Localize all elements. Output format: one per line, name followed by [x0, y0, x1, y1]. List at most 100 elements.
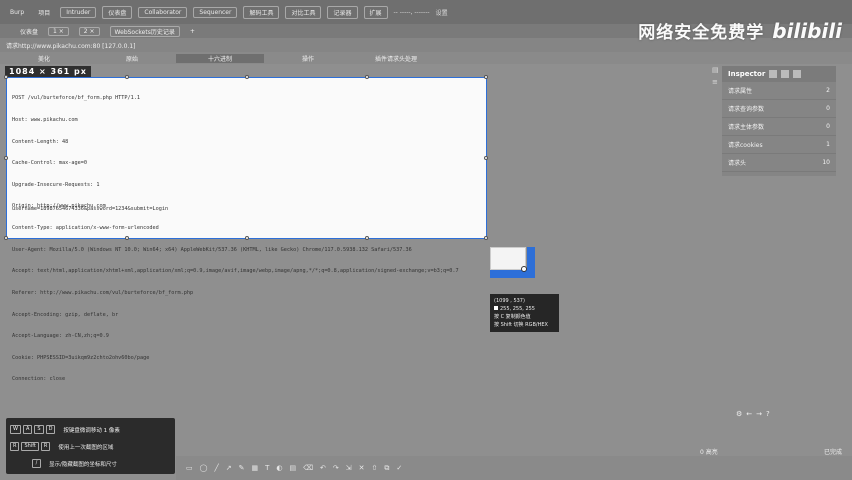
menu-intruder[interactable]: Intruder — [60, 6, 97, 18]
tab-actions[interactable]: 操作 — [264, 54, 352, 63]
copy-icon[interactable]: ⧉ — [384, 464, 389, 473]
inspector-row-cookies[interactable]: 请求cookies 1 — [722, 136, 836, 154]
resize-handle-sw[interactable] — [4, 236, 8, 240]
tab-hex[interactable]: 十六进制 — [176, 53, 264, 63]
copy-color-hint: 按 C 复制颜色值 — [494, 314, 531, 320]
long-screenshot-icon[interactable]: ⇲ — [346, 464, 352, 472]
screenshot-toolbar: ▭ ◯ ╱ ↗ ✎ ▦ T ◐ ▤ ⌫ ↶ ↷ ⇲ ✕ ⇧ ⧉ ✓ — [176, 456, 852, 480]
menu-dashboard[interactable]: 仪表盘 — [102, 5, 133, 19]
resize-handle-s1[interactable] — [125, 236, 129, 240]
text-tool-icon[interactable]: T — [265, 464, 269, 472]
key-r2: R — [40, 442, 51, 451]
request-line: User-Agent: Mozilla/5.0 (Windows NT 10.0… — [12, 246, 412, 253]
menu-decoder[interactable]: 解码工具 — [243, 5, 280, 19]
close-icon[interactable]: ✕ — [359, 464, 365, 472]
menu-burp[interactable]: Burp — [6, 8, 28, 17]
subtab-dashboard[interactable]: 仪表盘 — [20, 27, 38, 36]
resize-handle-n1[interactable] — [125, 75, 129, 79]
tab-pretty[interactable]: 美化 — [0, 54, 88, 63]
watermark: 网络安全免费学 bilibili — [638, 18, 842, 44]
request-line: Cache-Control: max-age=0 — [12, 160, 87, 167]
hint-description: 使用上一次截图的区域 — [58, 444, 114, 451]
collapse-icon[interactable]: ≡ — [712, 78, 720, 86]
tab-header-plugin[interactable]: 插件请求头处理 — [352, 54, 440, 63]
settings-icon[interactable]: ⚙ — [736, 410, 742, 418]
inspector-row-label: 请求属性 — [728, 88, 753, 95]
inspector-close-icon[interactable] — [793, 70, 802, 78]
inspector-row-count: 2 — [826, 87, 830, 94]
inspector-row-count: 10 — [822, 159, 830, 166]
hint-description: 按键盘微调移动 1 像素 — [63, 427, 120, 434]
rectangle-tool-icon[interactable]: ▭ — [186, 464, 193, 472]
request-line: Referer: http://www.pikachu.com/vul/burt… — [12, 289, 194, 296]
request-line: Accept: text/html,application/xhtml+xml,… — [12, 268, 459, 275]
inspector-panel: Inspector 请求属性 2 请求查询参数 0 请求主体参数 0 请求coo… — [722, 66, 836, 176]
tab-raw[interactable]: 原始 — [88, 54, 176, 63]
inspector-row-count: 1 — [826, 141, 830, 148]
inspector-row-body-params[interactable]: 请求主体参数 0 — [722, 118, 836, 136]
undo-icon[interactable]: ↶ — [320, 464, 326, 472]
menu-settings[interactable]: 设置 — [436, 8, 448, 17]
ellipse-tool-icon[interactable]: ◯ — [200, 464, 208, 472]
inspector-row-attributes[interactable]: 请求属性 2 — [722, 82, 836, 100]
pen-tool-icon[interactable]: ✎ — [239, 464, 245, 472]
eraser-tool-icon[interactable]: ⌫ — [303, 464, 313, 472]
resize-handle-w[interactable] — [4, 156, 8, 160]
request-line: POST /vul/burteforce/bf_form.php HTTP/1.… — [12, 95, 141, 102]
menu-extensions[interactable]: 扩展 — [363, 5, 388, 19]
inspector-row-query-params[interactable]: 请求查询参数 0 — [722, 100, 836, 118]
hint-description: 显示/隐藏截图的坐标和尺寸 — [49, 461, 117, 468]
inspector-row-label: 请求头 — [728, 160, 747, 167]
inspector-layout-icon[interactable] — [769, 70, 778, 78]
request-line: Cookie: PHPSESSID=3uikqm9z2chto2ohv60bo/… — [12, 354, 150, 361]
arrow-tool-icon[interactable]: ↗ — [226, 464, 232, 472]
line-tool-icon[interactable]: ╱ — [214, 464, 218, 472]
redo-icon[interactable]: ↷ — [333, 464, 339, 472]
raw-request-headers: POST /vul/burteforce/bf_form.php HTTP/1.… — [12, 81, 459, 398]
key-r: R — [10, 442, 20, 451]
subtab-websockets[interactable]: WebSockets历史记录 — [109, 25, 180, 37]
inspector-row-count: 0 — [826, 123, 830, 130]
resize-handle-e[interactable] — [484, 156, 488, 160]
subtab-2[interactable]: 2 × — [78, 26, 100, 36]
resize-handle-n3[interactable] — [365, 75, 369, 79]
request-line: Connection: close — [12, 376, 66, 383]
menu-comparer[interactable]: 对比工具 — [285, 5, 322, 19]
menu-project[interactable]: 项目 — [34, 7, 54, 18]
inspector-settings-icon[interactable] — [781, 70, 790, 78]
resize-handle-n[interactable] — [245, 75, 249, 79]
cursor-coordinates: (1099 , 537) — [494, 298, 525, 304]
inspector-row-label: 请求查询参数 — [728, 106, 765, 113]
key-w: W — [10, 425, 21, 434]
back-arrow-icon[interactable]: ← — [746, 410, 752, 418]
inspector-row-headers[interactable]: 请求头 10 — [722, 154, 836, 172]
menu-sequencer[interactable]: Sequencer — [193, 6, 238, 18]
confirm-icon[interactable]: ✓ — [396, 464, 402, 472]
bottom-nav-icons: ⚙ ← → ? — [736, 410, 770, 418]
add-tab-button[interactable]: + — [190, 28, 195, 35]
resize-handle-se[interactable] — [484, 236, 488, 240]
resize-handle-nw[interactable] — [4, 75, 8, 79]
menu-logger[interactable]: 记录器 — [327, 5, 358, 19]
resize-handle-s[interactable] — [245, 236, 249, 240]
resize-handle-ne[interactable] — [484, 75, 488, 79]
inspector-side-icons: ▤ ≡ — [712, 66, 720, 86]
request-line: Accept-Encoding: gzip, deflate, br — [12, 311, 119, 318]
serial-number-tool-icon[interactable]: ▤ — [289, 464, 296, 472]
forward-arrow-icon[interactable]: → — [756, 410, 762, 418]
toggle-format-hint: 按 Shift 切换 RGB/HEX — [494, 322, 548, 328]
resize-handle-s3[interactable] — [365, 236, 369, 240]
layout-icon[interactable]: ▤ — [712, 66, 720, 74]
screenshot-selection[interactable]: POST /vul/burteforce/bf_form.php HTTP/1.… — [4, 75, 488, 382]
help-icon[interactable]: ? — [766, 410, 770, 418]
mosaic-tool-icon[interactable]: ▦ — [251, 464, 258, 472]
key-a: A — [22, 425, 33, 434]
menu-collaborator[interactable]: Collaborator — [138, 6, 188, 18]
highlight-tool-icon[interactable]: ◐ — [276, 464, 282, 472]
upload-icon[interactable]: ⇧ — [371, 464, 377, 472]
hint-row-toggle: / 显示/隐藏截图的坐标和尺寸 — [10, 455, 171, 472]
subtab-1[interactable]: 1 × — [48, 26, 69, 36]
request-line: Upgrade-Insecure-Requests: 1 — [12, 181, 100, 188]
inspector-title: Inspector — [728, 70, 766, 78]
menu-tail-text: -- -----, ------- — [393, 8, 430, 16]
